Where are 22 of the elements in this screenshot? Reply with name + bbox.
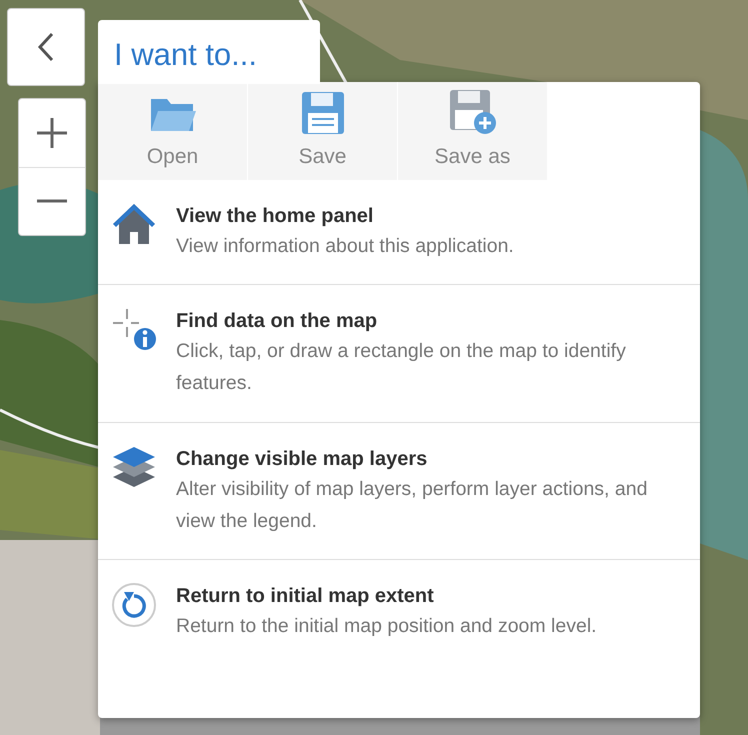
menu-item[interactable]: View the home panel View information about this application. — [98, 180, 700, 286]
item-description: Click, tap, or draw a rectangle on the map to identify features. — [176, 339, 627, 396]
minus-icon — [36, 199, 68, 204]
save-icon — [300, 90, 344, 134]
reset-icon — [111, 582, 157, 628]
chevron-left-icon — [37, 32, 55, 62]
item-title: Find data on the map — [176, 309, 378, 334]
layers-icon — [111, 444, 157, 489]
item-title: Change visible map layers — [176, 446, 428, 472]
item-description: Return to the initial map position and zoom level. — [176, 614, 597, 639]
menu-item[interactable]: Return to initial map extent Return to the initial map position and zoom level. — [98, 560, 700, 664]
menu-item[interactable]: Find data on the map Click, tap, or draw a rectangle on the map to identify features. — [98, 285, 700, 423]
menu-item[interactable]: Change visible map layers Alter visibility of map layers, perform layer actions, and view the legend. — [98, 422, 700, 560]
plus-icon — [36, 116, 68, 149]
home-icon — [112, 202, 156, 246]
item-title: Return to initial map extent — [176, 584, 435, 609]
back-button[interactable] — [7, 8, 85, 86]
save-as-icon — [448, 88, 496, 134]
i-want-to-tab[interactable]: I want to... — [98, 20, 320, 84]
item-title: View the home panel — [176, 204, 374, 229]
item-description: View information about this application. — [176, 234, 514, 259]
item-description: Alter visibility of map layers, perform layer actions, and view the legend. — [176, 476, 648, 534]
